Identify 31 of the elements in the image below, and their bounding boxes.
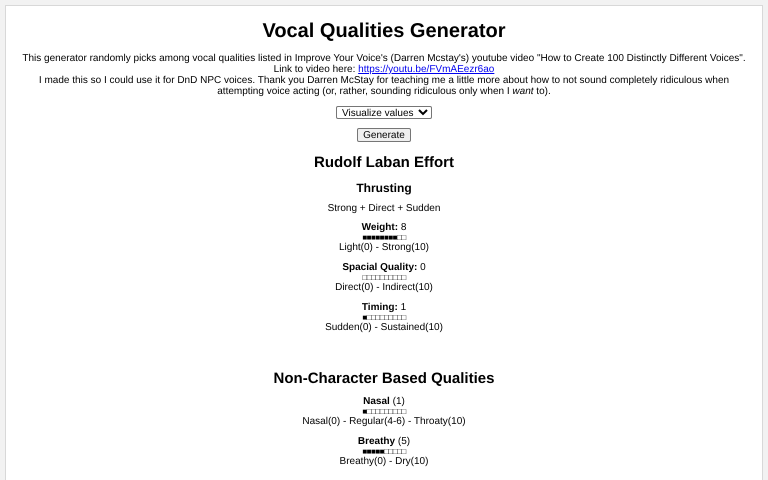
video-link[interactable]: https://youtu.be/FVmAEezr6ao: [358, 64, 494, 75]
rating-squares-text: ■■■■■■■■□□: [362, 233, 406, 242]
scale-label: Direct(0) - Indirect(10): [334, 283, 434, 293]
quality-value: 1: [400, 302, 406, 313]
quality-name: Weight:: [362, 222, 398, 233]
quality-value: (5): [398, 436, 410, 447]
rating-squares-text: □□□□□□□□□□: [362, 273, 406, 282]
link-label: Link to video here:: [274, 64, 356, 75]
effort-summary: Strong + Direct + Sudden: [326, 203, 442, 215]
page-title: Vocal Qualities Generator: [261, 19, 507, 43]
visualize-dropdown[interactable]: Visualize values: [336, 106, 432, 119]
scale-label: Light(0) - Strong(10): [338, 243, 430, 253]
quality-value: 8: [400, 222, 406, 233]
quality-value: 0: [420, 262, 426, 273]
generate-button[interactable]: Generate: [357, 128, 411, 142]
section-heading: Rudolf Laban Effort: [313, 153, 455, 173]
quality-name: Spacial Quality:: [342, 262, 418, 273]
rating-squares-text: ■■■■■□□□□□: [362, 447, 406, 456]
scale-label: Nasal(0) - Regular(4-6) - Throaty(10): [301, 417, 467, 427]
quality-name: Nasal: [363, 396, 390, 407]
rating-squares-text: ■□□□□□□□□□: [362, 407, 406, 416]
quality-name: Breathy: [358, 436, 396, 447]
scale-label: Breathy(0) - Dry(10): [338, 457, 430, 467]
section-heading: Non-Character Based Qualities: [272, 369, 496, 389]
scale-label: Sudden(0) - Sustained(10): [324, 323, 444, 333]
quality-value: (1): [392, 396, 405, 407]
rating-squares-text: ■□□□□□□□□□: [362, 313, 406, 322]
intro-text: This generator randomly picks among vocal qualities listed in Improve Your Voice's (Darren Mcstay's) youtube video "How to Create 100 Distinctly Different Voices".: [21, 53, 747, 64]
subsection-heading: Thrusting: [355, 181, 413, 195]
intro-text: I made this so I could use it for DnD NPC voices. Thank you Darren McStay for teaching me a little more about how to not sound completely ridiculous when attempting voice acting (or, rather, sounding ridiculous only when I want to).: [38, 75, 730, 97]
quality-name: Timing:: [362, 302, 398, 313]
